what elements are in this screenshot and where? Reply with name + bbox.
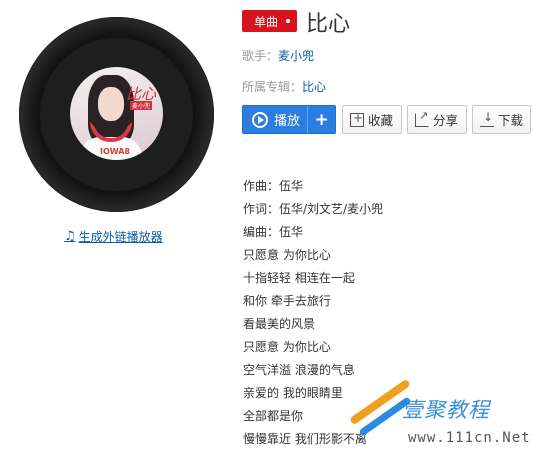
song-title: 比心	[306, 12, 351, 37]
download-button[interactable]: 下载	[472, 105, 531, 134]
watermark-name: 壹聚教程	[402, 398, 490, 422]
lyric-line: 只愿意 为你比心	[243, 340, 331, 354]
generate-player-label: 生成外链播放器	[78, 230, 163, 244]
share-icon	[415, 109, 429, 127]
share-label: 分享	[433, 113, 459, 128]
lyric-line: 编曲：伍华	[243, 225, 304, 239]
watermark-logo: 壹聚教程 www.111cn.Net	[340, 378, 533, 455]
download-label: 下载	[498, 113, 524, 128]
lyric-line: 只愿意 为你比心	[243, 248, 331, 262]
singer-link[interactable]: 麦小兜	[278, 49, 314, 63]
cover-subtitle: 麦小兜	[130, 101, 153, 110]
singer-row: 歌手：麦小兜	[242, 47, 314, 64]
play-button[interactable]: 播放	[243, 106, 309, 133]
add-to-playlist-button[interactable]: +	[308, 110, 335, 130]
play-label: 播放	[274, 114, 301, 129]
cover-figure-face	[98, 87, 124, 121]
lyric-line: 看最美的风景	[243, 317, 316, 331]
music-note-icon: ♫	[64, 229, 76, 244]
lyric-line: 和你 牵手去旅行	[243, 294, 331, 308]
watermark-url: www.111cn.Net	[408, 430, 531, 446]
favorite-icon	[350, 111, 364, 127]
play-button-group: 播放 +	[242, 105, 336, 134]
singer-label: 歌手：	[242, 49, 279, 63]
play-circle-icon	[252, 111, 268, 128]
album-label: 所属专辑：	[242, 80, 303, 94]
vinyl-record: 比心 麦小兜 IOWA8	[19, 17, 214, 212]
share-button[interactable]: 分享	[407, 105, 467, 134]
album-link[interactable]: 比心	[302, 80, 326, 94]
cover-bottom-text: IOWA8	[100, 147, 130, 156]
lyric-line: 空气洋溢 浪漫的气息	[243, 363, 355, 377]
download-icon	[480, 110, 494, 127]
single-tag-label: 单曲	[254, 14, 279, 29]
album-row: 所属专辑：比心	[242, 78, 326, 95]
lyric-line: 十指轻轻 相连在一起	[243, 271, 355, 285]
favorite-button[interactable]: 收藏	[342, 105, 402, 134]
album-cover: 比心 麦小兜 IOWA8	[70, 67, 163, 160]
single-tag: 单曲	[242, 10, 297, 32]
lyric-line: 作词：伍华/刘文艺/麦小兜	[243, 202, 384, 216]
favorite-label: 收藏	[368, 113, 394, 128]
generate-player-link[interactable]: ♫ 生成外链播放器	[64, 228, 163, 245]
lyric-line: 作曲：伍华	[243, 179, 304, 193]
